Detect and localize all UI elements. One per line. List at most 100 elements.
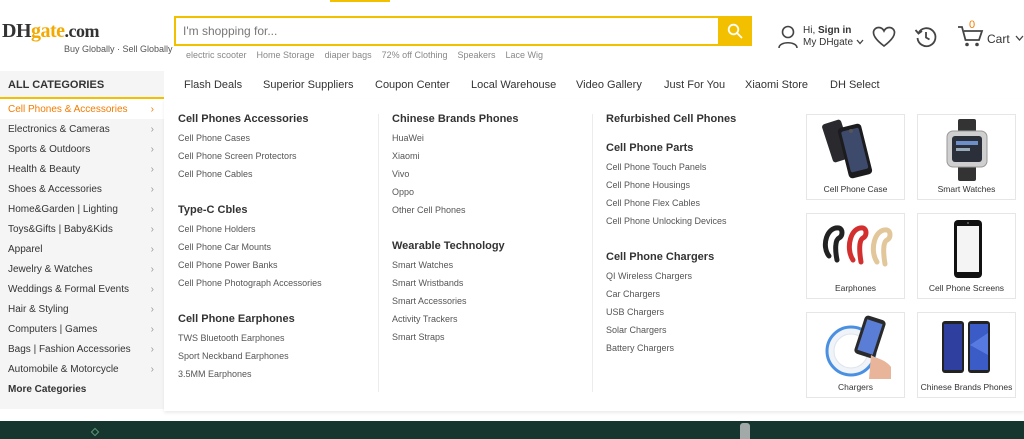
menu-link-smart-watches[interactable]: Smart Watches — [392, 260, 519, 278]
menu-group-title[interactable]: Wearable Technology — [392, 240, 519, 252]
nav-link-just-for-you[interactable]: Just For You — [664, 79, 725, 91]
menu-link-cell-phone-flex-cables[interactable]: Cell Phone Flex Cables — [606, 198, 736, 216]
category-item-home-garden-lighting[interactable]: Home&Garden | Lighting › — [0, 199, 164, 219]
menu-link-solar-chargers[interactable]: Solar Chargers — [606, 325, 736, 343]
search-button[interactable] — [718, 16, 752, 46]
category-item-weddings-formal-events[interactable]: Weddings & Formal Events › — [0, 279, 164, 299]
phone-case-image — [822, 119, 873, 179]
category-item-jewelry-watches[interactable]: Jewelry & Watches › — [0, 259, 164, 279]
chevron-right-icon: › — [150, 263, 154, 275]
tile-caption: Earphones — [834, 283, 877, 293]
header: DHgate.com Buy Globally · Sell Globally … — [0, 4, 1024, 68]
menu-link-cell-phone-unlocking-devices[interactable]: Cell Phone Unlocking Devices — [606, 216, 736, 234]
tile-chargers[interactable]: Chargers — [806, 312, 905, 398]
category-item-more-categories[interactable]: More Categories — [0, 379, 164, 399]
account-menu[interactable]: Hi, Sign in My DHgate — [777, 22, 864, 52]
menu-link-usb-chargers[interactable]: USB Chargers — [606, 307, 736, 325]
hot-search-speakers[interactable]: Speakers — [458, 50, 496, 60]
category-item-sports-outdoors[interactable]: Sports & Outdoors › — [0, 139, 164, 159]
menu-link-oppo[interactable]: Oppo — [392, 187, 519, 205]
menu-link-cell-phone-cases[interactable]: Cell Phone Cases — [178, 133, 322, 151]
category-item-electronics-cameras[interactable]: Electronics & Cameras › — [0, 119, 164, 139]
menu-link-smart-accessories[interactable]: Smart Accessories — [392, 296, 519, 314]
category-list: Cell Phones & Accessories › Electronics & … — [0, 99, 164, 409]
category-item-hair-styling[interactable]: Hair & Styling › — [0, 299, 164, 319]
menu-link-3-5mm-earphones[interactable]: 3.5MM Earphones — [178, 369, 322, 387]
nav-link-local-warehouse[interactable]: Local Warehouse — [471, 79, 556, 91]
category-item-cell-phones-accessories[interactable]: Cell Phones & Accessories › — [0, 99, 164, 119]
chevron-right-icon: › — [150, 223, 154, 235]
category-item-computers-games[interactable]: Computers | Games › — [0, 319, 164, 339]
tile-cell-phone-screens[interactable]: Cell Phone Screens — [917, 213, 1016, 299]
category-item-apparel[interactable]: Apparel › — [0, 239, 164, 259]
menu-link-cell-phone-photograph-accessories[interactable]: Cell Phone Photograph Accessories — [178, 278, 322, 296]
sign-in-link[interactable]: Sign in — [818, 25, 851, 36]
hot-search-home-storage[interactable]: Home Storage — [257, 50, 315, 60]
category-label: More Categories — [8, 383, 87, 395]
cart-button[interactable]: 0 Cart — [957, 19, 1024, 48]
tile-cell-phone-case[interactable]: Cell Phone Case — [806, 114, 905, 200]
category-label: Hair & Styling — [8, 303, 69, 315]
menu-link-sport-neckband-earphones[interactable]: Sport Neckband Earphones — [178, 351, 322, 369]
menu-group-title[interactable]: Refurbished Cell Phones — [606, 113, 736, 125]
category-item-shoes-accessories[interactable]: Shoes & Accessories › — [0, 179, 164, 199]
menu-link-tws-bluetooth-earphones[interactable]: TWS Bluetooth Earphones — [178, 333, 322, 351]
menu-link-cell-phone-car-mounts[interactable]: Cell Phone Car Mounts — [178, 242, 322, 260]
all-categories-button[interactable]: ALL CATEGORIES — [0, 71, 164, 99]
menu-group-title[interactable]: Cell Phone Chargers — [606, 251, 736, 263]
tile-smart-watches[interactable]: Smart Watches — [917, 114, 1016, 200]
menu-link-car-chargers[interactable]: Car Chargers — [606, 289, 736, 307]
history-icon — [914, 27, 937, 48]
menu-link-cell-phone-housings[interactable]: Cell Phone Housings — [606, 180, 736, 198]
menu-link-vivo[interactable]: Vivo — [392, 169, 519, 187]
menu-link-huawei[interactable]: HuaWei — [392, 133, 519, 151]
nav-link-superior-suppliers[interactable]: Superior Suppliers — [263, 79, 354, 91]
chevron-right-icon: › — [150, 323, 154, 335]
nav-link-flash-deals[interactable]: Flash Deals — [184, 79, 242, 91]
tile-caption: Smart Watches — [937, 184, 996, 194]
hot-search-diaper-bags[interactable]: diaper bags — [325, 50, 372, 60]
menu-link-activity-trackers[interactable]: Activity Trackers — [392, 314, 519, 332]
cart-label: Cart — [987, 32, 1010, 46]
tile-earphones[interactable]: Earphones — [806, 213, 905, 299]
menu-group-title[interactable]: Chinese Brands Phones — [392, 113, 519, 125]
category-label: Jewelry & Watches — [8, 263, 93, 275]
nav-link-coupon-center[interactable]: Coupon Center — [375, 79, 450, 91]
menu-link-qi-wireless-chargers[interactable]: QI Wireless Chargers — [606, 271, 736, 289]
mega-menu: Cell Phones Accessories Cell Phone Cases C… — [164, 99, 1024, 411]
menu-link-smart-straps[interactable]: Smart Straps — [392, 332, 519, 350]
menu-link-cell-phone-power-banks[interactable]: Cell Phone Power Banks — [178, 260, 322, 278]
category-item-bags-fashion-accessories[interactable]: Bags | Fashion Accessories › — [0, 339, 164, 359]
menu-group-title[interactable]: Cell Phone Parts — [606, 142, 736, 154]
menu-link-cell-phone-touch-panels[interactable]: Cell Phone Touch Panels — [606, 162, 736, 180]
tile-chinese-brands-phones[interactable]: Chinese Brands Phones — [917, 312, 1016, 398]
menu-group-title[interactable]: Cell Phones Accessories — [178, 113, 322, 125]
menu-link-cell-phone-cables[interactable]: Cell Phone Cables — [178, 169, 322, 187]
search-input[interactable] — [176, 18, 718, 44]
menu-link-xiaomi[interactable]: Xiaomi — [392, 151, 519, 169]
chevron-right-icon: › — [150, 363, 154, 375]
tile-caption: Chargers — [838, 382, 873, 392]
menu-link-battery-chargers[interactable]: Battery Chargers — [606, 343, 736, 361]
menu-link-smart-wristbands[interactable]: Smart Wristbands — [392, 278, 519, 296]
nav-link-video-gallery[interactable]: Video Gallery — [576, 79, 642, 91]
category-item-automobile-motorcycle[interactable]: Automobile & Motorcycle › — [0, 359, 164, 379]
wishlist-button[interactable] — [872, 26, 896, 53]
category-item-health-beauty[interactable]: Health & Beauty › — [0, 159, 164, 179]
nav-link-xiaomi-store[interactable]: Xiaomi Store — [745, 79, 808, 91]
nav-link-dh-select[interactable]: DH Select — [830, 79, 880, 91]
chevron-right-icon: › — [150, 283, 154, 295]
menu-link-other-cell-phones[interactable]: Other Cell Phones — [392, 205, 519, 223]
my-dhgate-link[interactable]: My DHgate — [803, 37, 853, 48]
menu-link-cell-phone-holders[interactable]: Cell Phone Holders — [178, 224, 322, 242]
category-item-toys-gifts-baby-kids[interactable]: Toys&Gifts | Baby&Kids › — [0, 219, 164, 239]
menu-group-title[interactable]: Cell Phone Earphones — [178, 313, 322, 325]
menu-group-title[interactable]: Type-C Cbles — [178, 204, 322, 216]
hot-search-lace-wig[interactable]: Lace Wig — [506, 50, 544, 60]
hot-search-72-off-clothing[interactable]: 72% off Clothing — [382, 50, 448, 60]
hot-search-electric-scooter[interactable]: electric scooter — [186, 50, 247, 60]
history-button[interactable] — [914, 25, 938, 54]
menu-link-cell-phone-screen-protectors[interactable]: Cell Phone Screen Protectors — [178, 151, 322, 169]
column-divider — [592, 114, 593, 392]
logo[interactable]: DHgate.com Buy Globally · Sell Globally — [2, 20, 173, 60]
